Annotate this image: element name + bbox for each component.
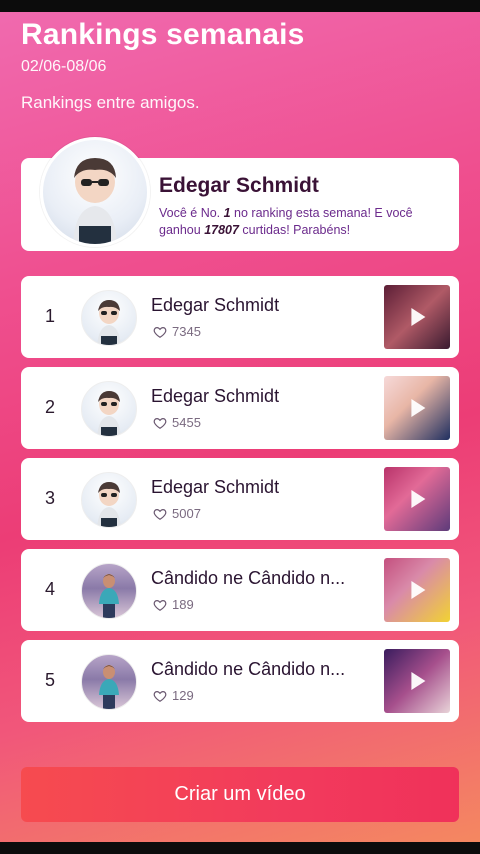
user-name: Cândido ne Cândido n... bbox=[151, 568, 346, 588]
play-icon bbox=[411, 308, 426, 326]
avatar[interactable] bbox=[81, 381, 137, 437]
hero-rank: 1 bbox=[223, 206, 231, 220]
ranking-row[interactable]: 5 Cândido ne Cândido n... 129 bbox=[21, 640, 459, 722]
rank-number: 2 bbox=[45, 397, 56, 417]
kid-avatar-icon bbox=[97, 482, 121, 527]
video-thumbnail[interactable] bbox=[384, 467, 450, 531]
hero-likes: 17807 bbox=[204, 223, 239, 237]
navigation-bar bbox=[0, 842, 480, 854]
heart-icon bbox=[153, 326, 167, 338]
heart-icon bbox=[153, 690, 167, 702]
ranking-row[interactable]: 1 Edegar Schmidt 7345 bbox=[21, 276, 459, 358]
kid-avatar-icon bbox=[97, 300, 121, 345]
likes-count: 129 bbox=[153, 688, 194, 703]
likes-count: 189 bbox=[153, 597, 194, 612]
avatar[interactable] bbox=[81, 472, 137, 528]
user-name: Edegar Schmidt bbox=[151, 295, 280, 315]
user-name: Edegar Schmidt bbox=[151, 386, 280, 406]
avatar[interactable] bbox=[81, 290, 137, 346]
user-name: Edegar Schmidt bbox=[151, 477, 280, 497]
likes-count: 5007 bbox=[153, 506, 201, 521]
rank-number: 4 bbox=[45, 579, 56, 599]
kid-avatar-icon bbox=[97, 391, 121, 436]
video-thumbnail[interactable] bbox=[384, 376, 450, 440]
user-name: Cândido ne Cândido n... bbox=[151, 659, 346, 679]
video-thumbnail[interactable] bbox=[384, 649, 450, 713]
heart-icon bbox=[153, 508, 167, 520]
kid-avatar-icon bbox=[73, 158, 117, 244]
status-bar bbox=[0, 0, 480, 12]
play-icon bbox=[411, 490, 426, 508]
rank-number: 5 bbox=[45, 670, 56, 690]
heart-icon bbox=[153, 417, 167, 429]
ranking-row[interactable]: 4 Cândido ne Cândido n... 189 bbox=[21, 549, 459, 631]
hero-name: Edegar Schmidt bbox=[159, 174, 319, 197]
play-icon bbox=[411, 581, 426, 599]
person-avatar-icon bbox=[99, 574, 119, 618]
ranking-row[interactable]: 3 Edegar Schmidt 5007 bbox=[21, 458, 459, 540]
video-thumbnail[interactable] bbox=[384, 558, 450, 622]
hero-card: Edegar Schmidt Você é No. 1 no ranking e… bbox=[21, 137, 459, 251]
create-video-button[interactable]: Criar um vídeo bbox=[21, 767, 459, 822]
likes-count: 7345 bbox=[153, 324, 201, 339]
avatar[interactable] bbox=[81, 563, 137, 619]
section-subtitle: Rankings entre amigos. bbox=[21, 93, 200, 112]
hero-message: Você é No. 1 no ranking esta semana! E v… bbox=[159, 206, 413, 237]
play-icon bbox=[411, 399, 426, 417]
rank-number: 3 bbox=[45, 488, 56, 508]
rank-number: 1 bbox=[45, 306, 56, 326]
heart-icon bbox=[153, 599, 167, 611]
date-range: 02/06-08/06 bbox=[21, 58, 107, 75]
hero-avatar[interactable] bbox=[40, 137, 150, 247]
person-avatar-icon bbox=[99, 665, 119, 709]
video-thumbnail[interactable] bbox=[384, 285, 450, 349]
ranking-row[interactable]: 2 Edegar Schmidt 5455 bbox=[21, 367, 459, 449]
avatar[interactable] bbox=[81, 654, 137, 710]
page-title: Rankings semanais bbox=[21, 18, 305, 51]
likes-count: 5455 bbox=[153, 415, 201, 430]
play-icon bbox=[411, 672, 426, 690]
